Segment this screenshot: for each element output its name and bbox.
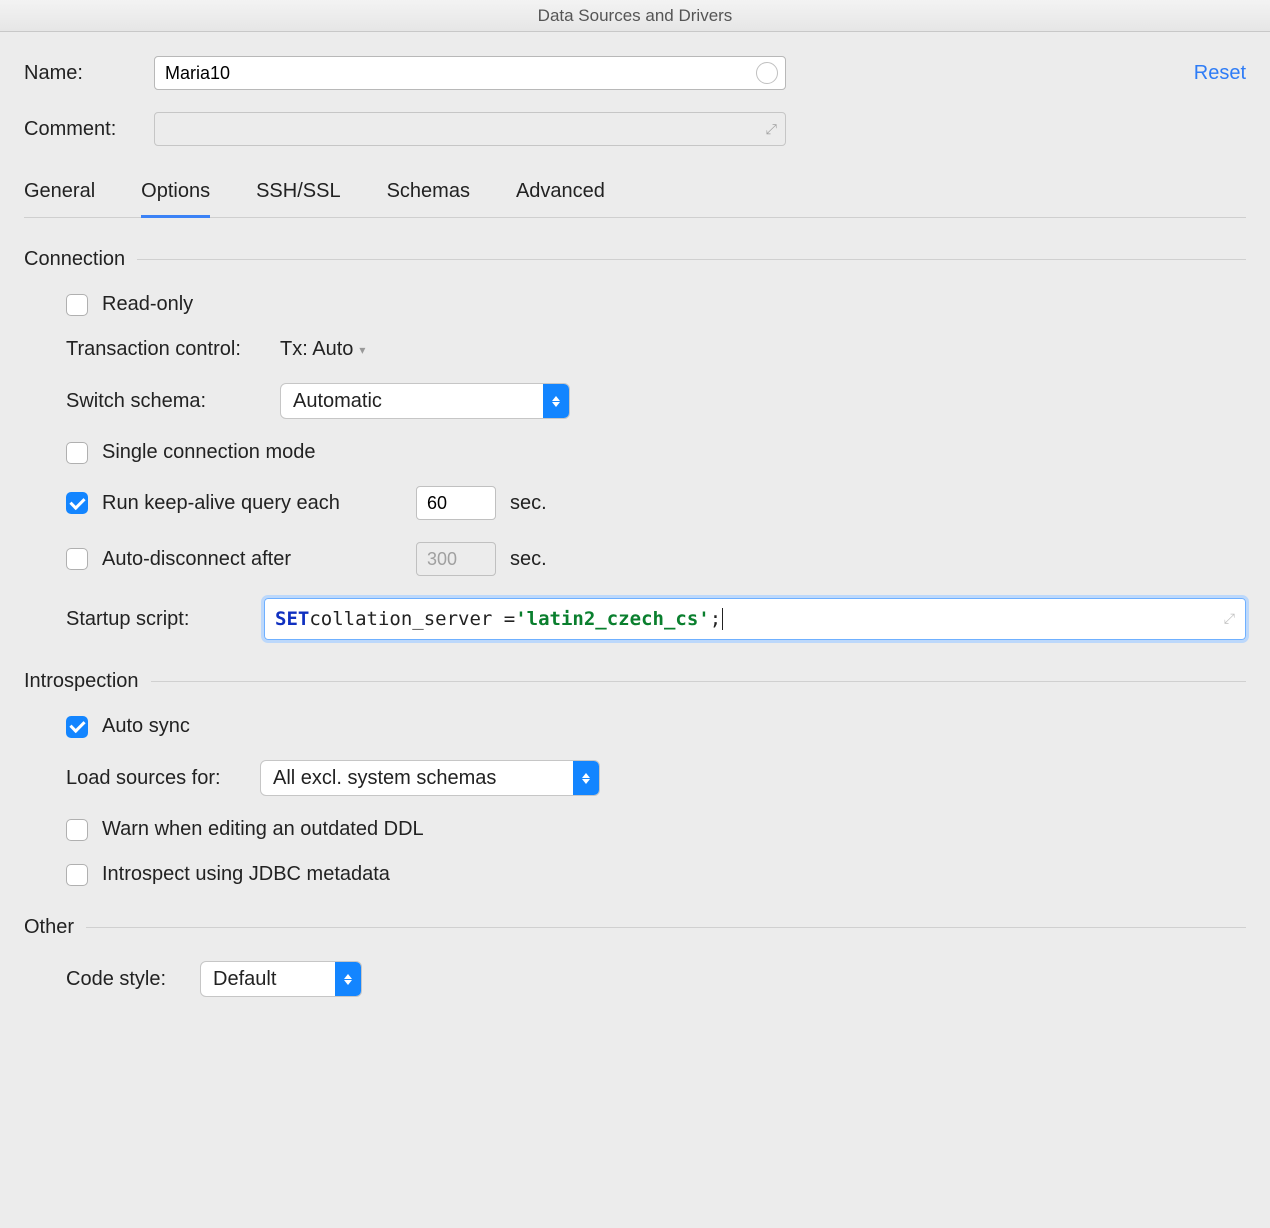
load-sources-label: Load sources for: xyxy=(66,767,246,790)
single-connection-checkbox[interactable] xyxy=(66,442,88,464)
keep-alive-checkbox[interactable] xyxy=(66,492,88,514)
sql-tail: ; xyxy=(710,608,721,630)
comment-label: Comment: xyxy=(24,118,154,141)
keep-alive-input[interactable] xyxy=(416,486,496,520)
sql-text: collation_server = xyxy=(309,608,515,630)
window-title: Data Sources and Drivers xyxy=(0,0,1270,32)
code-style-value: Default xyxy=(213,968,323,991)
select-arrows-icon xyxy=(543,384,569,418)
expand-icon[interactable]: ⤢ xyxy=(1224,611,1235,627)
switch-schema-value: Automatic xyxy=(293,390,531,413)
auto-sync-checkbox[interactable] xyxy=(66,716,88,738)
auto-disconnect-input xyxy=(416,542,496,576)
jdbc-metadata-checkbox[interactable] xyxy=(66,864,88,886)
warn-ddl-checkbox[interactable] xyxy=(66,819,88,841)
read-only-checkbox[interactable] xyxy=(66,294,88,316)
tab-general[interactable]: General xyxy=(24,180,95,217)
tx-control-dropdown[interactable]: Tx: Auto ▾ xyxy=(280,338,365,361)
startup-script-label: Startup script: xyxy=(66,608,246,631)
introspection-section-title: Introspection xyxy=(24,670,139,693)
jdbc-metadata-label: Introspect using JDBC metadata xyxy=(102,863,390,886)
divider xyxy=(86,927,1246,928)
auto-disconnect-sec-label: sec. xyxy=(510,548,547,571)
load-sources-select[interactable]: All excl. system schemas xyxy=(260,760,600,796)
switch-schema-select[interactable]: Automatic xyxy=(280,383,570,419)
tab-sshssl[interactable]: SSH/SSL xyxy=(256,180,340,217)
other-section-title: Other xyxy=(24,916,74,939)
color-picker-icon[interactable] xyxy=(756,62,778,84)
reset-link[interactable]: Reset xyxy=(1194,62,1246,85)
auto-sync-label: Auto sync xyxy=(102,715,190,738)
warn-ddl-label: Warn when editing an outdated DDL xyxy=(102,818,424,841)
read-only-label: Read-only xyxy=(102,293,193,316)
single-connection-label: Single connection mode xyxy=(102,441,315,464)
tx-control-value: Tx: Auto xyxy=(280,338,353,361)
startup-script-input[interactable]: SET collation_server = 'latin2_czech_cs'… xyxy=(264,598,1246,640)
connection-section-title: Connection xyxy=(24,248,125,271)
divider xyxy=(151,681,1246,682)
select-arrows-icon xyxy=(573,761,599,795)
comment-input[interactable]: ⤢ xyxy=(154,112,786,146)
code-style-select[interactable]: Default xyxy=(200,961,362,997)
divider xyxy=(137,259,1246,260)
keep-alive-sec-label: sec. xyxy=(510,492,547,515)
keep-alive-label: Run keep-alive query each xyxy=(102,492,402,515)
tx-control-label: Transaction control: xyxy=(66,338,266,361)
load-sources-value: All excl. system schemas xyxy=(273,767,561,790)
text-cursor xyxy=(722,608,723,630)
name-label: Name: xyxy=(24,62,154,85)
select-arrows-icon xyxy=(335,962,361,996)
sql-string: 'latin2_czech_cs' xyxy=(515,608,709,630)
sql-keyword: SET xyxy=(275,608,309,630)
auto-disconnect-label: Auto-disconnect after xyxy=(102,548,402,571)
chevron-down-icon: ▾ xyxy=(359,343,365,357)
tab-schemas[interactable]: Schemas xyxy=(387,180,470,217)
tab-advanced[interactable]: Advanced xyxy=(516,180,605,217)
tab-options[interactable]: Options xyxy=(141,180,210,218)
name-input[interactable] xyxy=(154,56,786,90)
auto-disconnect-checkbox[interactable] xyxy=(66,548,88,570)
switch-schema-label: Switch schema: xyxy=(66,390,266,413)
code-style-label: Code style: xyxy=(66,968,186,991)
expand-icon[interactable]: ⤢ xyxy=(766,121,777,138)
